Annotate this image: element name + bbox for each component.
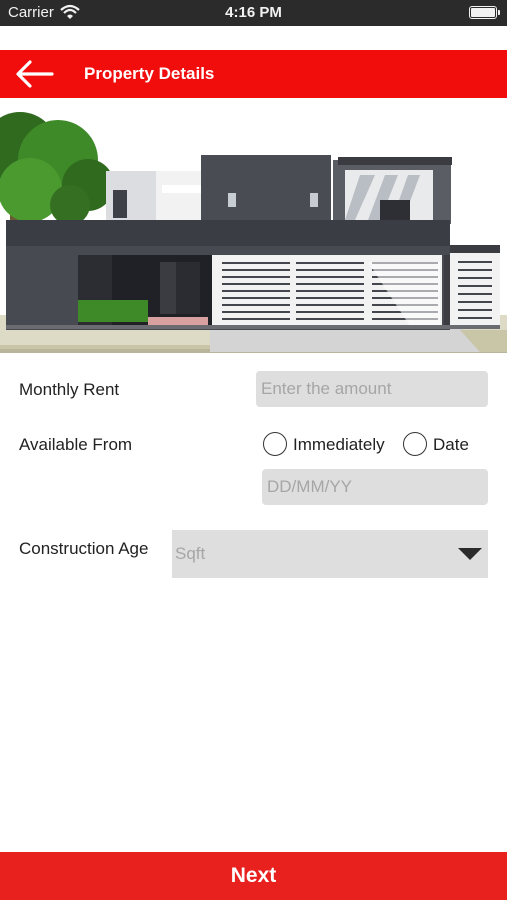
back-button[interactable] [12, 57, 58, 91]
chevron-down-icon [458, 548, 482, 560]
immediately-radio-label[interactable]: Immediately [293, 435, 385, 455]
page-title: Property Details [84, 64, 215, 83]
construction-age-selected-value: Sqft [175, 544, 206, 563]
status-time: 4:16 PM [225, 4, 282, 21]
arrow-left-icon [16, 60, 54, 88]
next-button[interactable]: Next [0, 852, 507, 900]
available-from-label: Available From [19, 435, 133, 454]
monthly-rent-label: Monthly Rent [19, 380, 120, 399]
house-illustration [0, 112, 507, 353]
battery-icon [469, 6, 500, 19]
construction-age-label: Construction Age [19, 539, 149, 558]
monthly-rent-input[interactable] [256, 371, 488, 407]
date-radio[interactable] [403, 432, 427, 456]
immediately-radio[interactable] [263, 432, 287, 456]
construction-age-select[interactable]: Sqft [172, 530, 488, 578]
date-input[interactable] [262, 469, 488, 505]
date-radio-label[interactable]: Date [433, 435, 469, 455]
header-bar: Property Details [0, 50, 507, 98]
status-bar: Carrier 4:16 PM [0, 0, 507, 26]
